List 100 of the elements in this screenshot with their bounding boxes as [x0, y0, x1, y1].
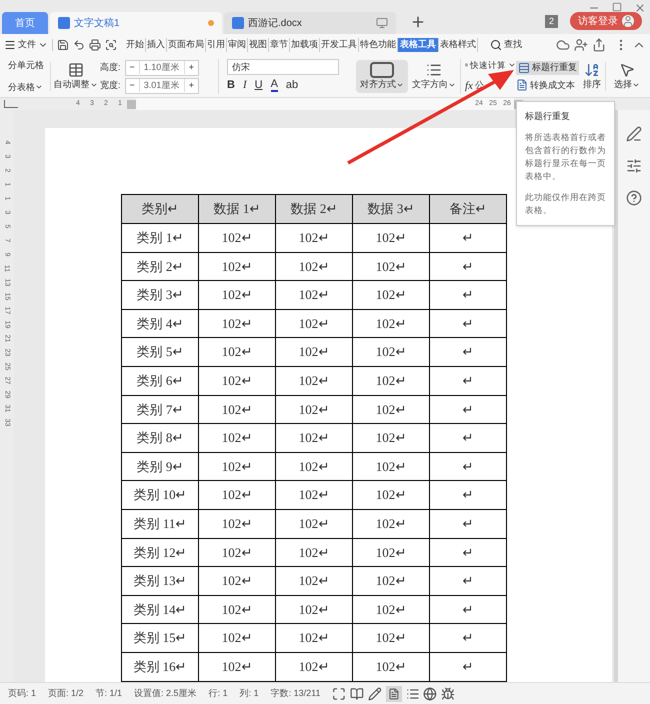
- add-user-icon[interactable]: [574, 38, 588, 52]
- table-cell: 102↵: [276, 366, 352, 396]
- ribbon-tab[interactable]: 插入: [146, 38, 167, 52]
- table-cell: 102↵: [198, 480, 276, 510]
- table-cell: 102↵: [352, 538, 430, 567]
- sort-button[interactable]: 排序: [583, 62, 601, 92]
- edit-mode-icon[interactable]: [368, 686, 382, 700]
- tooltip-note: 此功能仅作用在跨页表格。: [525, 191, 606, 217]
- split-cells-button[interactable]: 分单元格: [8, 59, 50, 72]
- ribbon-tab[interactable]: 引用: [206, 38, 227, 52]
- ribbon-tab[interactable]: 页面布局: [167, 38, 206, 52]
- ribbon-tab[interactable]: 表格工具: [398, 38, 439, 52]
- close-button[interactable]: [634, 2, 646, 14]
- table-cell: 102↵: [276, 624, 352, 652]
- size-stepper[interactable]: − 1.10厘米 +: [124, 60, 200, 76]
- ruler-margin-marker[interactable]: [127, 100, 136, 108]
- document-tab[interactable]: 西游记.docx: [224, 12, 396, 34]
- text-direction-button[interactable]: 文字方向: [408, 62, 460, 92]
- table-cell: 类别 15↵: [122, 624, 198, 652]
- document-icon: [58, 17, 70, 29]
- table-cell: ↵: [430, 509, 506, 538]
- pen-icon[interactable]: [626, 126, 642, 142]
- table-cell: 102↵: [352, 452, 430, 481]
- document-icon: [516, 79, 528, 92]
- table-cell: ↵: [430, 366, 506, 396]
- maximize-button[interactable]: [612, 2, 622, 12]
- table-cell: 102↵: [352, 509, 430, 538]
- font-select[interactable]: 仿宋: [227, 59, 339, 76]
- monitor-icon[interactable]: [376, 17, 388, 29]
- table-cell: 102↵: [198, 452, 276, 481]
- auto-fit-button[interactable]: 自动调整: [50, 62, 100, 92]
- share-icon[interactable]: [592, 38, 606, 52]
- ribbon-tab[interactable]: 加载项: [290, 38, 320, 52]
- new-tab-button[interactable]: [410, 14, 426, 30]
- select-button[interactable]: 选择: [605, 62, 640, 92]
- bold-button[interactable]: B: [227, 77, 235, 94]
- table-cell: 102↵: [352, 652, 430, 681]
- ribbon-tab[interactable]: 开始: [125, 38, 146, 52]
- undo-icon[interactable]: [73, 39, 85, 51]
- table-cell: 102↵: [352, 224, 430, 252]
- convert-to-text-button[interactable]: 转换成文本: [516, 78, 579, 92]
- table-cell: 类别 5↵: [122, 338, 198, 366]
- table-cell: 类别 16↵: [122, 652, 198, 681]
- tab-stop-icon[interactable]: [4, 100, 18, 108]
- table-cell: 102↵: [198, 624, 276, 652]
- settings-icon[interactable]: [626, 158, 642, 174]
- highlight-button[interactable]: ab: [286, 77, 298, 94]
- help-icon[interactable]: [626, 190, 642, 206]
- print-icon[interactable]: [89, 39, 101, 51]
- ribbon-tab[interactable]: 审阅: [227, 38, 248, 52]
- status-item: 列: 1: [238, 686, 260, 700]
- table-cell: 102↵: [276, 595, 352, 624]
- status-item: 设置值: 2.5厘米: [133, 686, 198, 700]
- table-cell: 102↵: [352, 309, 430, 338]
- reading-mode-icon[interactable]: [350, 686, 364, 700]
- table-cell: 类别 6↵: [122, 366, 198, 396]
- outline-view-icon[interactable]: [406, 686, 420, 700]
- underline-button[interactable]: U: [254, 77, 263, 94]
- table-cell: 102↵: [198, 309, 276, 338]
- table-cell: 类别 9↵: [122, 452, 198, 481]
- table-cell: 类别 1↵: [122, 224, 198, 252]
- repeat-header-button[interactable]: 标题行重复: [516, 61, 579, 74]
- table-cell: 类别 8↵: [122, 424, 198, 452]
- tooltip-title: 标题行重复: [525, 110, 571, 123]
- table-cell: 102↵: [276, 224, 352, 252]
- search-button[interactable]: 查找: [490, 38, 522, 52]
- document-tab[interactable]: 文字文稿1: [50, 12, 222, 34]
- ribbon-tab[interactable]: 章节: [269, 38, 290, 52]
- table-cell: ↵: [430, 566, 506, 596]
- table-cell: ↵: [430, 280, 506, 310]
- file-menu[interactable]: 文件: [4, 38, 48, 52]
- web-view-icon[interactable]: [423, 686, 438, 700]
- save-icon[interactable]: [57, 39, 69, 51]
- table-cell: 102↵: [276, 309, 352, 338]
- ribbon-tab[interactable]: 开发工具: [320, 38, 359, 52]
- window-count-badge[interactable]: 2: [544, 14, 558, 28]
- table-rows-icon: [518, 62, 530, 74]
- table-cell: 102↵: [198, 395, 276, 424]
- table-cell: 类别 12↵: [122, 538, 198, 567]
- quick-calc-button[interactable]: 快速计算: [465, 58, 516, 72]
- pointer-icon: [619, 62, 635, 78]
- print-preview-icon[interactable]: [105, 39, 117, 51]
- table-cell: 102↵: [276, 538, 352, 567]
- login-button[interactable]: 访客登录: [570, 12, 642, 30]
- column-header: 数据 1↵: [198, 194, 276, 224]
- align-button[interactable]: 对齐方式: [356, 60, 408, 94]
- size-stepper[interactable]: − 3.01厘米 +: [124, 78, 200, 94]
- fullscreen-icon[interactable]: [332, 686, 346, 700]
- split-table-button[interactable]: 分表格: [8, 80, 50, 94]
- status-item: 节: 1/1: [94, 686, 124, 700]
- cloud-icon[interactable]: [556, 38, 570, 52]
- table-cell: 类别 13↵: [122, 566, 198, 596]
- table-cell: ↵: [430, 252, 506, 281]
- ribbon-tab[interactable]: 视图: [248, 38, 269, 52]
- column-header: 数据 3↵: [352, 194, 430, 224]
- page-view-icon[interactable]: [386, 686, 402, 702]
- table-cell: ↵: [430, 538, 506, 567]
- font-color-button[interactable]: A: [270, 79, 278, 92]
- italic-button[interactable]: I: [242, 77, 247, 94]
- ribbon-tab[interactable]: 表格样式: [439, 38, 478, 52]
